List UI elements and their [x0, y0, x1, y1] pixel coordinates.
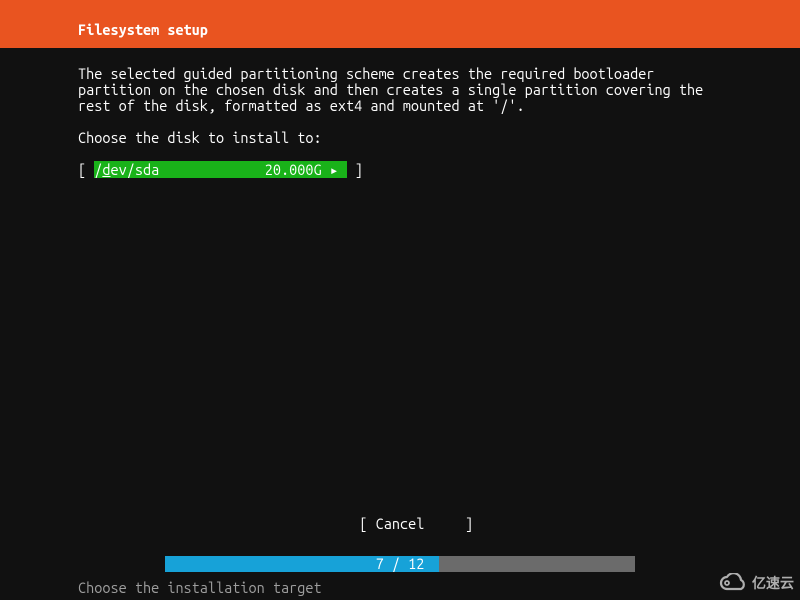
disk-hotkey-char: d [102, 161, 110, 178]
bracket-close: ] [347, 161, 363, 178]
footer: [ Cancel ] 7 / 12 Choose the installatio… [0, 500, 800, 600]
submenu-arrow-icon: ▸ [330, 161, 339, 178]
disk-size: 20.000G [265, 161, 322, 178]
footer-hint: Choose the installation target [0, 580, 800, 600]
progress-label: 7 / 12 [0, 556, 800, 572]
main-content: The selected guided partitioning scheme … [0, 48, 800, 178]
header-bar: Filesystem setup [0, 0, 800, 48]
disk-option-sda[interactable]: [ /dev/sda 20.000G ▸ ] [78, 162, 363, 178]
bracket-open: [ [78, 161, 94, 178]
choose-disk-prompt: Choose the disk to install to: [78, 130, 722, 146]
description-text: The selected guided partitioning scheme … [78, 66, 722, 114]
cancel-button[interactable]: [ Cancel ] [359, 515, 473, 532]
page-title: Filesystem setup [78, 21, 208, 38]
progress-bar: 7 / 12 [0, 556, 800, 572]
disk-path-rest: ev/sda [111, 161, 160, 178]
